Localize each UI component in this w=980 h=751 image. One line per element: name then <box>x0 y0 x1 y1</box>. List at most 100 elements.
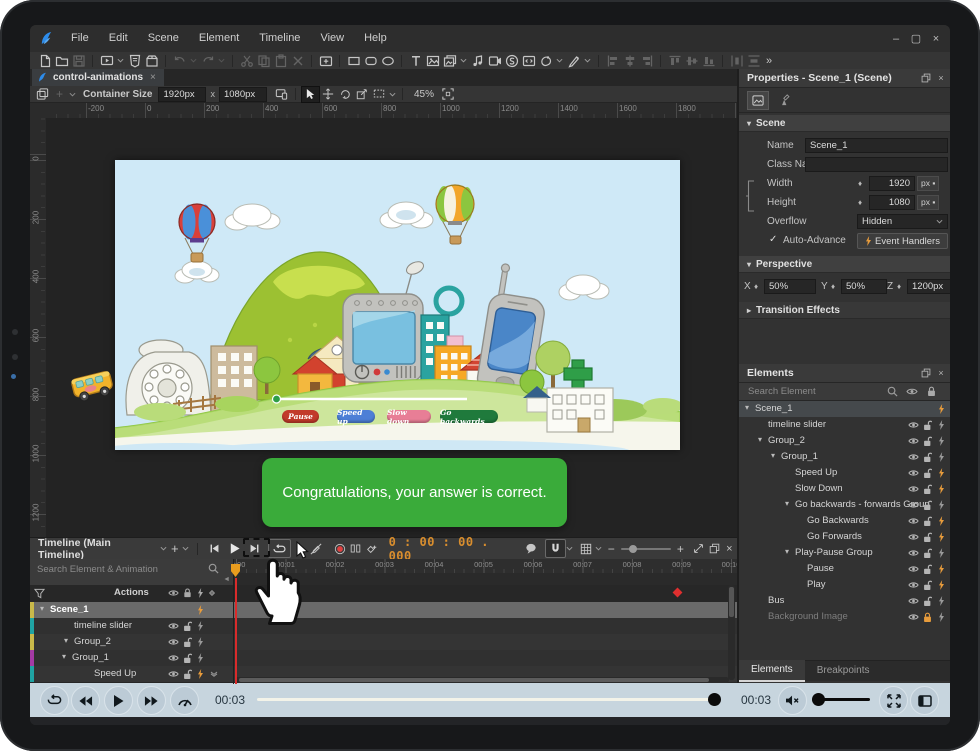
elements-footer-tab-breakpoints[interactable]: Breakpoints <box>805 661 882 681</box>
timeline-zoom-slider[interactable] <box>621 548 671 550</box>
lock-open-icon[interactable] <box>181 653 193 663</box>
align-middle-icon[interactable] <box>683 53 700 68</box>
symbol-tool-icon[interactable] <box>503 53 520 68</box>
timeline-zoom-slider-handle[interactable] <box>629 545 637 553</box>
more-tools-icon[interactable]: » <box>766 55 772 67</box>
gallery-tool-icon[interactable] <box>441 53 458 68</box>
collapse-column-icon[interactable]: ◄ <box>223 576 230 583</box>
lock-open-icon[interactable] <box>181 669 193 679</box>
playback-speed-button[interactable] <box>170 686 199 715</box>
snapping-toggle-icon[interactable] <box>545 539 566 558</box>
menu-item-scene[interactable]: Scene <box>138 25 189 52</box>
bolt-icon[interactable] <box>194 653 206 663</box>
grid-dropdown-icon[interactable] <box>595 540 602 557</box>
element-row-bus[interactable]: Bus <box>739 593 950 609</box>
layout-toggle-button[interactable] <box>910 686 939 715</box>
bolt-icon[interactable] <box>935 580 947 590</box>
skip-to-start-icon[interactable] <box>206 540 221 557</box>
element-row-scene-1[interactable]: ▾Scene_1 <box>739 401 950 417</box>
element-row-group-1[interactable]: ▾Group_1 <box>739 449 950 465</box>
lock-open-icon[interactable] <box>921 484 933 494</box>
bolt-icon[interactable] <box>935 612 947 622</box>
embed-code-tool-icon[interactable] <box>520 53 537 68</box>
document-tab[interactable]: control-animations × <box>32 69 164 86</box>
preview-in-browser-icon[interactable] <box>98 53 115 68</box>
bolt-icon[interactable] <box>935 532 947 542</box>
timeline-options-dropdown-icon[interactable] <box>182 540 189 557</box>
stage-button-slow-down[interactable]: Slow down <box>387 410 431 423</box>
class-name-input[interactable] <box>805 157 948 172</box>
stage-canvas[interactable]: Pause Speed up Slow down Go backwards <box>115 160 680 450</box>
height-input[interactable]: 1080 <box>869 195 915 210</box>
bolt-icon[interactable] <box>935 596 947 606</box>
menu-item-help[interactable]: Help <box>354 25 397 52</box>
close-elements-panel-icon[interactable]: × <box>935 367 947 379</box>
float-properties-panel-icon[interactable] <box>920 72 932 84</box>
eye-icon[interactable] <box>907 468 919 478</box>
eye-icon[interactable] <box>907 420 919 430</box>
filter-icon[interactable] <box>33 588 45 598</box>
eye-icon[interactable] <box>907 564 919 574</box>
name-input[interactable]: Scene_1 <box>805 138 948 153</box>
pen-tool-icon[interactable] <box>565 53 582 68</box>
stage-button-speed-up[interactable]: Speed up <box>337 410 375 423</box>
perspective-y-input[interactable]: 50% <box>841 279 887 294</box>
bolt-icon[interactable] <box>935 500 947 510</box>
lock-open-icon[interactable] <box>921 452 933 462</box>
undo-dropdown-icon[interactable] <box>189 53 198 68</box>
tab-close-icon[interactable]: × <box>150 72 156 83</box>
stage-button-pause[interactable]: Pause <box>282 410 319 423</box>
eye-icon[interactable] <box>907 516 919 526</box>
scene-section-header[interactable]: ▾Scene <box>739 115 950 132</box>
lock-open-icon[interactable] <box>921 596 933 606</box>
lock-column-icon[interactable] <box>181 588 193 598</box>
expander-icon[interactable]: ▾ <box>771 451 775 460</box>
distribute-vertical-icon[interactable] <box>745 53 762 68</box>
element-row-speed-up[interactable]: Speed Up <box>739 465 950 481</box>
bolt-icon[interactable] <box>935 436 947 446</box>
eye-icon[interactable] <box>167 621 179 631</box>
minimize-button[interactable]: – <box>886 33 906 45</box>
align-right-icon[interactable] <box>638 53 655 68</box>
zoom-level-value[interactable]: 45% <box>414 89 434 100</box>
height-unit[interactable]: px ▪ <box>917 195 939 210</box>
play-button[interactable] <box>104 686 133 715</box>
add-timeline-icon[interactable]: + <box>167 540 182 557</box>
text-tool-icon[interactable] <box>407 53 424 68</box>
eye-icon[interactable] <box>907 484 919 494</box>
bolt-icon[interactable] <box>935 404 947 414</box>
perspective-section-header[interactable]: ▾Perspective <box>739 256 950 273</box>
comment-icon[interactable] <box>522 540 539 557</box>
auto-keyframe-mode-icon[interactable] <box>308 540 325 557</box>
bolt-icon[interactable] <box>194 605 206 615</box>
open-project-icon[interactable] <box>53 53 70 68</box>
properties-tab-effects-icon[interactable] <box>775 91 795 108</box>
rewind-button[interactable] <box>71 686 100 715</box>
timeline-row-scene-1[interactable]: ▾Scene_1 <box>30 602 737 619</box>
delete-icon[interactable] <box>289 53 306 68</box>
bolt-icon[interactable] <box>935 484 947 494</box>
toggle-visibility-all-icon[interactable] <box>906 387 918 396</box>
bolt-icon[interactable] <box>935 452 947 462</box>
timeline-column-divider[interactable] <box>233 559 234 684</box>
responsive-layout-icon[interactable] <box>273 87 290 102</box>
eye-icon[interactable] <box>907 596 919 606</box>
selection-tool-icon[interactable] <box>301 86 320 103</box>
maximize-button[interactable]: ▢ <box>906 32 926 45</box>
element-row-play[interactable]: Play <box>739 577 950 593</box>
toggle-lock-all-icon[interactable] <box>927 386 936 397</box>
keyframe-nav-icon[interactable] <box>206 588 218 598</box>
element-row-background-image[interactable]: Background Image <box>739 609 950 625</box>
stage-button-go-backwards[interactable]: Go backwards <box>440 410 498 423</box>
save-icon[interactable] <box>70 53 87 68</box>
lasso-tool-icon[interactable] <box>371 87 388 102</box>
freeform-tool-icon[interactable] <box>537 53 554 68</box>
expander-icon[interactable]: ▾ <box>785 499 789 508</box>
fullscreen-button[interactable] <box>879 686 908 715</box>
lock-open-icon[interactable] <box>921 564 933 574</box>
element-row-play-pause-group[interactable]: ▾Play-Pause Group <box>739 545 950 561</box>
perspective-z-input[interactable]: 1200px <box>907 279 950 294</box>
undo-icon[interactable] <box>171 53 188 68</box>
video-tool-icon[interactable] <box>486 53 503 68</box>
timeline-select-dropdown-icon[interactable] <box>160 540 167 557</box>
